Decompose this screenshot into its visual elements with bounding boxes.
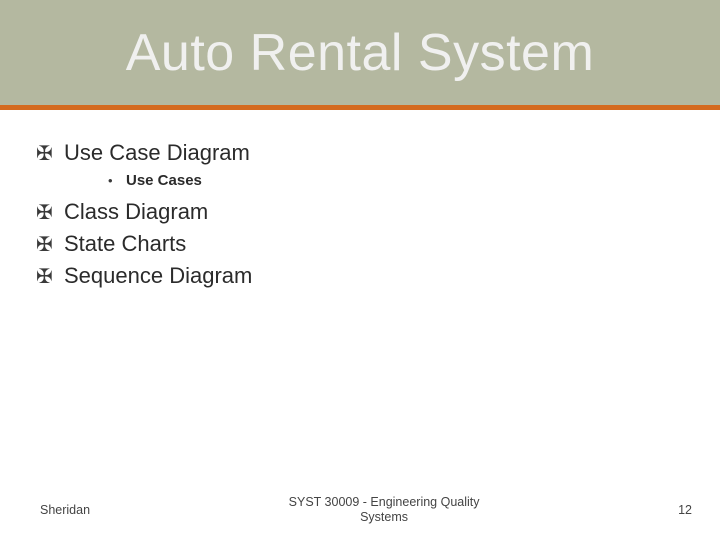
list-item: ✠ State Charts — [36, 231, 684, 257]
script-bullet-icon: ✠ — [36, 267, 64, 287]
script-bullet-icon: ✠ — [36, 235, 64, 255]
footer-left: Sheridan — [40, 503, 90, 517]
slide-number: 12 — [678, 503, 692, 517]
sub-list-item-label: Use Cases — [126, 172, 202, 189]
sub-list-item: • Use Cases — [108, 172, 684, 189]
script-bullet-icon: ✠ — [36, 203, 64, 223]
footer-center-line1: SYST 30009 - Engineering Quality — [289, 495, 480, 509]
script-bullet-icon: ✠ — [36, 144, 64, 164]
list-item-label: Sequence Diagram — [64, 263, 252, 289]
footer-center-line2: Systems — [360, 510, 408, 524]
slide-footer: Sheridan SYST 30009 - Engineering Qualit… — [0, 495, 720, 526]
slide-title: Auto Rental System — [126, 23, 595, 83]
title-band: Auto Rental System — [0, 0, 720, 110]
sub-list: • Use Cases — [108, 172, 684, 189]
list-item: ✠ Sequence Diagram — [36, 263, 684, 289]
list-item-label: Use Case Diagram — [64, 140, 250, 166]
list-item-label: State Charts — [64, 231, 186, 257]
list-item: ✠ Class Diagram — [36, 199, 684, 225]
slide-content: ✠ Use Case Diagram • Use Cases ✠ Class D… — [0, 110, 720, 289]
footer-center: SYST 30009 - Engineering Quality Systems — [90, 495, 678, 526]
list-item-label: Class Diagram — [64, 199, 208, 225]
list-item: ✠ Use Case Diagram — [36, 140, 684, 166]
dot-bullet-icon: • — [108, 173, 126, 188]
